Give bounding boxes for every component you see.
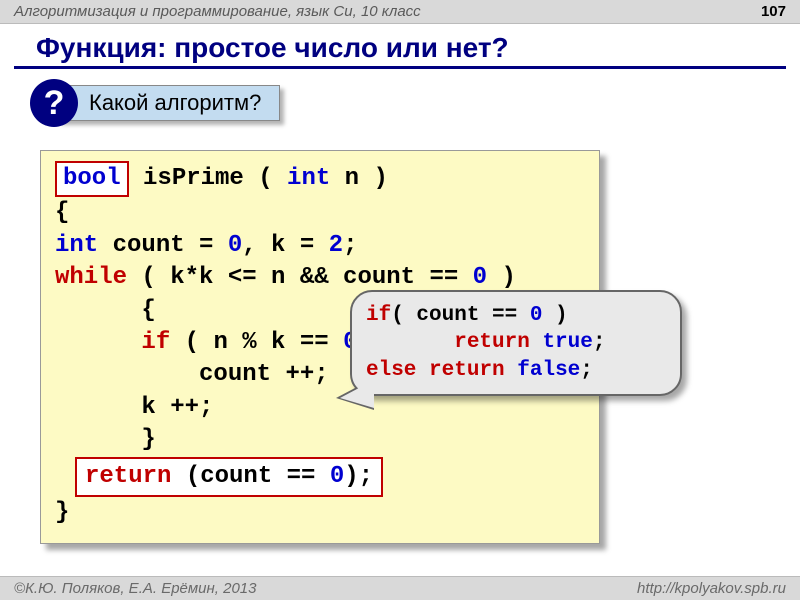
slide-footer: ©К.Ю. Поляков, Е.А. Ерёмин, 2013 http://… [0, 576, 800, 600]
footer-url: http://kpolyakov.spb.ru [637, 580, 786, 597]
code-line-11: } [55, 497, 585, 529]
code-line-10: return (count == 0); [55, 457, 585, 497]
code-line-9: } [55, 424, 585, 456]
question-mark-icon: ? [30, 79, 78, 127]
code-line-8: k ++; [55, 392, 585, 424]
page-number: 107 [761, 3, 786, 20]
slide-title: Функция: простое число или нет? [14, 24, 786, 69]
speech-bubble: if( count == 0 ) return true; else retur… [350, 290, 682, 396]
question-row: ? Какой алгоритм? [30, 79, 800, 127]
return-highlight-box: return (count == 0); [75, 457, 383, 497]
speech-line-2: return true; [366, 329, 666, 356]
speech-tail [340, 380, 374, 408]
speech-line-3: else return false; [366, 357, 666, 384]
code-line-2: { [55, 197, 585, 229]
code-line-3: int count = 0, k = 2; [55, 230, 585, 262]
footer-authors: ©К.Ю. Поляков, Е.А. Ерёмин, 2013 [14, 580, 256, 597]
bool-keyword-box: bool [55, 161, 129, 197]
speech-line-1: if( count == 0 ) [366, 302, 666, 329]
course-label: Алгоритмизация и программирование, язык … [14, 3, 421, 20]
code-line-1: bool isPrime ( int n ) [55, 161, 585, 197]
question-text: Какой алгоритм? [58, 85, 280, 121]
slide-header: Алгоритмизация и программирование, язык … [0, 0, 800, 24]
